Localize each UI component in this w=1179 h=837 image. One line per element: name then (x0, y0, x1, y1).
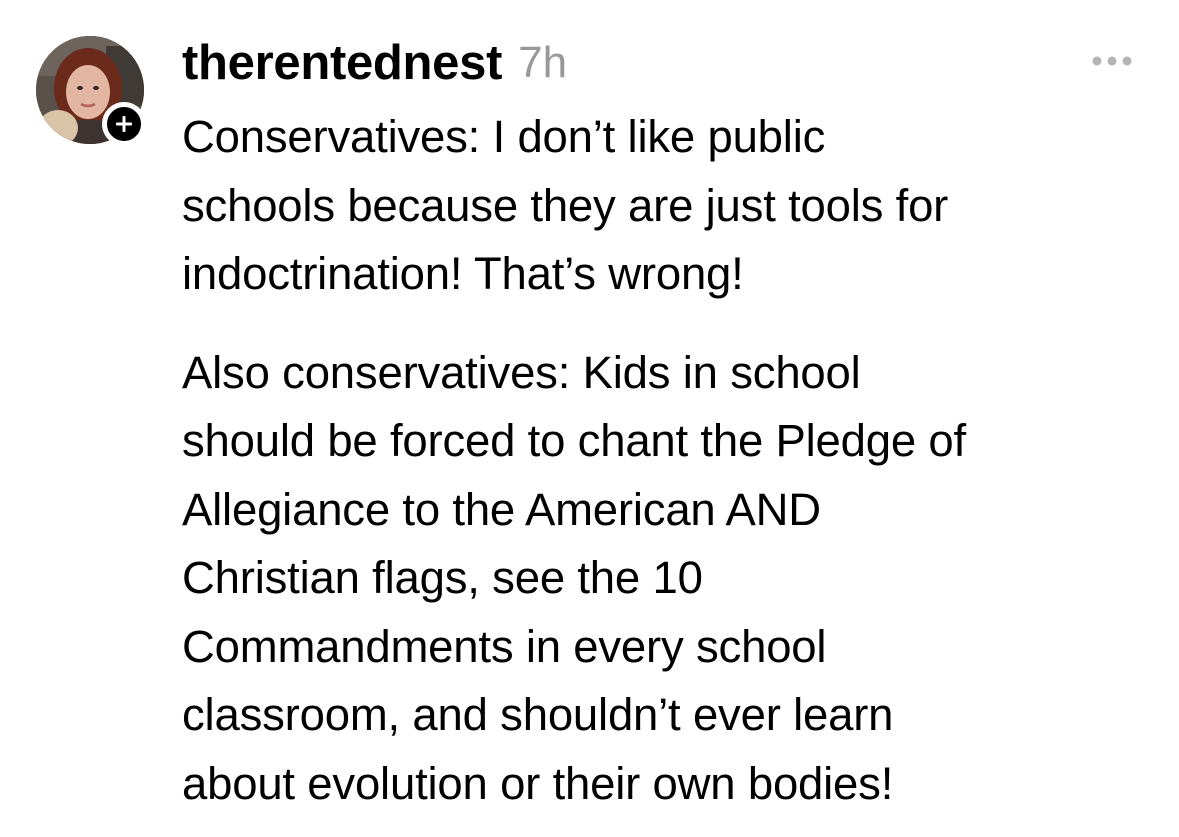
text-line: Christian flags, see the 10 (182, 552, 703, 603)
post-paragraph-1: Conservatives: I don’t like public schoo… (182, 103, 1172, 309)
text-line: Also conservatives: Kids in school (182, 346, 861, 398)
follow-button[interactable] (102, 102, 146, 146)
more-options-button[interactable] (1084, 46, 1140, 76)
text-line: should be forced to chant the Pledge of (182, 415, 966, 466)
plus-icon (116, 116, 132, 132)
post-body: Conservatives: I don’t like public schoo… (182, 103, 1172, 818)
post-header: therentednest 7h (182, 30, 567, 96)
author-avatar-container (36, 36, 146, 146)
text-line: Commandments in every school (182, 620, 827, 672)
username-link[interactable]: therentednest (182, 35, 502, 91)
text-line: schools because they are just tools for (182, 179, 949, 231)
post-paragraph-2: Also conservatives: Kids in school shoul… (182, 339, 1172, 819)
more-horizontal-icon (1092, 56, 1132, 66)
text-line: indoctrination! That’s wrong! (182, 248, 744, 299)
post-timestamp: 7h (518, 38, 568, 87)
text-line: Conservatives: I don’t like public (182, 111, 826, 162)
thread-post: therentednest 7h Conservatives: I don’t … (0, 0, 1179, 837)
text-line: classroom, and shouldn’t ever learn (182, 689, 894, 740)
text-line: Allegiance to the American AND (182, 483, 821, 535)
text-line: about evolution or their own bodies! (182, 757, 894, 809)
